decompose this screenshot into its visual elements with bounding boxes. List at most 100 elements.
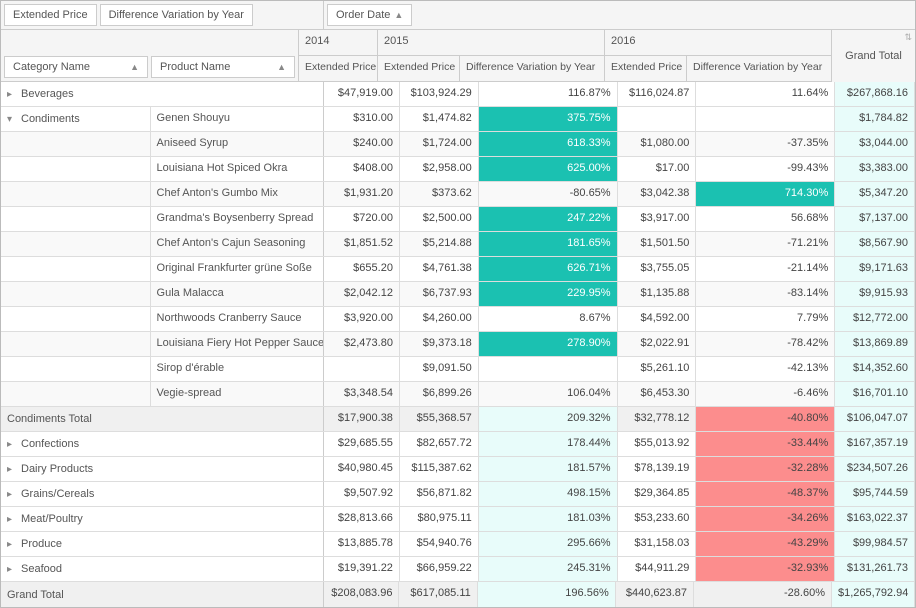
cell-value	[618, 107, 697, 131]
sub-header-ep-2016[interactable]: Extended Price	[605, 56, 687, 81]
cell-value: -99.43%	[696, 157, 835, 181]
product-label: Gula Malacca	[151, 282, 323, 306]
cell-grand-total: $1,265,792.94	[832, 582, 915, 607]
year-header-2014[interactable]: 2014	[299, 30, 378, 55]
cell-value: -42.13%	[696, 357, 835, 381]
category-row-beverages[interactable]: ▸Beverages $47,919.00 $103,924.29 116.87…	[1, 82, 915, 107]
expand-icon[interactable]: ▸	[7, 489, 17, 500]
row-field-product[interactable]: Product Name ▲	[151, 56, 295, 78]
cell-value: $373.62	[400, 182, 479, 206]
expand-icon[interactable]: ▸	[7, 89, 17, 100]
category-label: Meat/Poultry	[21, 513, 83, 525]
year-header-2015[interactable]: 2015	[378, 30, 605, 55]
cell-value: $6,453.30	[618, 382, 697, 406]
cell-value: 714.30%	[696, 182, 835, 206]
category-label: Confections	[21, 438, 79, 450]
category-row-meat[interactable]: ▸Meat/Poultry $28,813.66 $80,975.11 181.…	[1, 507, 915, 532]
cell-value: 7.79%	[696, 307, 835, 331]
cell-value: $408.00	[324, 157, 400, 181]
cell-grand-total: $167,357.19	[835, 432, 915, 456]
field-label: Category Name	[13, 61, 90, 73]
cell-value: -6.46%	[696, 382, 835, 406]
cell-value: -43.29%	[696, 532, 835, 556]
pivot-grid: Extended Price Difference Variation by Y…	[0, 0, 916, 608]
expand-icon[interactable]: ▸	[7, 539, 17, 550]
grand-total-row[interactable]: Grand Total $208,083.96 $617,085.11 196.…	[1, 582, 915, 607]
header-area: Category Name ▲ Product Name ▲ 2014 2015…	[1, 30, 915, 82]
sub-header-diff-2016[interactable]: Difference Variation by Year	[687, 56, 832, 81]
category-row-produce[interactable]: ▸Produce $13,885.78 $54,940.76 295.66% $…	[1, 532, 915, 557]
cell-grand-total: $267,868.16	[835, 82, 915, 106]
cell-value: $13,885.78	[324, 532, 400, 556]
cell-value: 181.65%	[479, 232, 618, 256]
cell-value: $1,135.88	[618, 282, 697, 306]
category-row-confections[interactable]: ▸Confections $29,685.55 $82,657.72 178.4…	[1, 432, 915, 457]
sort-asc-icon: ▲	[394, 10, 403, 20]
cell-value: -40.80%	[696, 407, 835, 431]
cell-value: -32.93%	[696, 557, 835, 581]
cell-value: $5,261.10	[618, 357, 697, 381]
expand-icon[interactable]: ▸	[7, 464, 17, 475]
product-row[interactable]: ▾Condiments Genen Shouyu $310.00 $1,474.…	[1, 107, 915, 132]
product-row[interactable]: Louisiana Fiery Hot Pepper Sauce $2,473.…	[1, 332, 915, 357]
category-label: Grains/Cereals	[21, 488, 94, 500]
product-row[interactable]: Louisiana Hot Spiced Okra $408.00 $2,958…	[1, 157, 915, 182]
product-label: Louisiana Fiery Hot Pepper Sauce	[151, 332, 323, 356]
product-row[interactable]: Vegie-spread $3,348.54 $6,899.26 106.04%…	[1, 382, 915, 407]
cell-value: $3,755.05	[618, 257, 697, 281]
grand-total-header[interactable]: ⇅ Grand Total	[832, 30, 915, 82]
category-row-seafood[interactable]: ▸Seafood $19,391.22 $66,959.22 245.31% $…	[1, 557, 915, 582]
expand-icon[interactable]: ▸	[7, 439, 17, 450]
product-row[interactable]: Northwoods Cranberry Sauce $3,920.00 $4,…	[1, 307, 915, 332]
cell-value: $2,473.80	[324, 332, 400, 356]
sub-header-ep-2015[interactable]: Extended Price	[378, 56, 460, 81]
category-total-row[interactable]: Condiments Total $17,900.38 $55,368.57 2…	[1, 407, 915, 432]
sub-header-diff-2015[interactable]: Difference Variation by Year	[460, 56, 605, 81]
column-headers: 2014 2015 2016 ⇅ Grand Total Extended Pr…	[299, 30, 915, 81]
year-header-2016[interactable]: 2016	[605, 30, 832, 55]
cell-value: $17,900.38	[324, 407, 400, 431]
product-row[interactable]: Chef Anton's Cajun Seasoning $1,851.52 $…	[1, 232, 915, 257]
cell-value: 245.31%	[479, 557, 618, 581]
cell-value: $617,085.11	[399, 582, 477, 607]
cell-value: $40,980.45	[324, 457, 400, 481]
cell-value	[324, 357, 400, 381]
cell-value: 181.57%	[479, 457, 618, 481]
category-label: Produce	[21, 538, 62, 550]
cell-value: $17.00	[618, 157, 697, 181]
cell-value: 11.64%	[696, 82, 835, 106]
cell-value: $2,042.12	[324, 282, 400, 306]
category-row-grains[interactable]: ▸Grains/Cereals $9,507.92 $56,871.82 498…	[1, 482, 915, 507]
product-row[interactable]: Chef Anton's Gumbo Mix $1,931.20 $373.62…	[1, 182, 915, 207]
row-field-category[interactable]: Category Name ▲	[4, 56, 148, 78]
product-row[interactable]: Gula Malacca $2,042.12 $6,737.93 229.95%…	[1, 282, 915, 307]
cell-value: 209.32%	[479, 407, 618, 431]
cell-value: $1,474.82	[400, 107, 479, 131]
cell-grand-total: $99,984.57	[835, 532, 915, 556]
cell-value: -80.65%	[479, 182, 618, 206]
cell-value: -37.35%	[696, 132, 835, 156]
category-row-dairy[interactable]: ▸Dairy Products $40,980.45 $115,387.62 1…	[1, 457, 915, 482]
product-label: Chef Anton's Cajun Seasoning	[151, 232, 323, 256]
product-row[interactable]: Original Frankfurter grüne Soße $655.20 …	[1, 257, 915, 282]
sub-header-ep-2014[interactable]: Extended Price	[299, 56, 378, 81]
row-fields-area: Category Name ▲ Product Name ▲	[1, 30, 299, 81]
product-row[interactable]: Aniseed Syrup $240.00 $1,724.00 618.33% …	[1, 132, 915, 157]
product-row[interactable]: Grandma's Boysenberry Spread $720.00 $2,…	[1, 207, 915, 232]
data-field-diff-var[interactable]: Difference Variation by Year	[100, 4, 253, 26]
cell-value: $1,851.52	[324, 232, 400, 256]
sort-indicator-icon: ⇅	[904, 32, 912, 43]
column-field-order-date[interactable]: Order Date ▲	[327, 4, 412, 26]
data-field-extended-price[interactable]: Extended Price	[4, 4, 97, 26]
product-row[interactable]: Sirop d'érable $9,091.50 $5,261.10 -42.1…	[1, 357, 915, 382]
collapse-icon[interactable]: ▾	[7, 114, 17, 125]
cell-grand-total: $14,352.60	[835, 357, 915, 381]
expand-icon[interactable]: ▸	[7, 564, 17, 575]
cell-value: $6,737.93	[400, 282, 479, 306]
category-label: Beverages	[21, 88, 74, 100]
cell-value: $47,919.00	[324, 82, 400, 106]
expand-icon[interactable]: ▸	[7, 514, 17, 525]
category-label: Dairy Products	[21, 463, 93, 475]
cell-grand-total: $12,772.00	[835, 307, 915, 331]
cell-grand-total: $1,784.82	[835, 107, 915, 131]
